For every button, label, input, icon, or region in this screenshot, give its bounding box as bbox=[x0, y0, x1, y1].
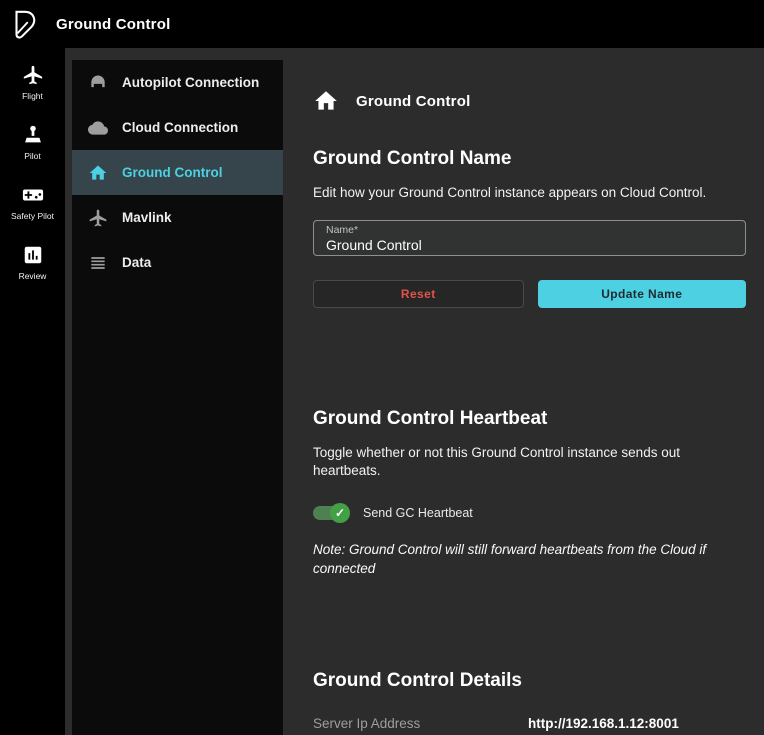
details-row-server-ip: Server Ip Address http://192.168.1.12:80… bbox=[313, 716, 746, 731]
home-icon bbox=[88, 163, 108, 183]
left-nav-rail: Flight Pilot Safety Pilot Review bbox=[0, 48, 65, 735]
sidebar-item-label: Ground Control bbox=[122, 165, 222, 180]
sidebar-item-label: Mavlink bbox=[122, 210, 172, 225]
rail-item-review[interactable]: Review bbox=[19, 244, 47, 281]
autopilot-helmet-icon bbox=[88, 73, 108, 93]
rail-label: Review bbox=[19, 271, 47, 281]
rail-item-flight[interactable]: Flight bbox=[22, 64, 44, 101]
airplane-icon bbox=[88, 208, 108, 228]
heartbeat-toggle-row: ✓ Send GC Heartbeat bbox=[313, 503, 746, 523]
rail-item-safety-pilot[interactable]: Safety Pilot bbox=[11, 184, 54, 221]
settings-sidebar: Autopilot Connection Cloud Connection Gr… bbox=[72, 60, 283, 735]
page-header: Ground Control bbox=[313, 88, 746, 114]
check-icon: ✓ bbox=[330, 503, 350, 523]
rail-item-pilot[interactable]: Pilot bbox=[22, 124, 44, 161]
name-actions: Reset Update Name bbox=[313, 280, 746, 308]
heartbeat-toggle-label: Send GC Heartbeat bbox=[363, 506, 473, 520]
app-logo-icon bbox=[9, 9, 39, 39]
sidebar-item-cloud-connection[interactable]: Cloud Connection bbox=[72, 105, 283, 150]
joystick-icon bbox=[22, 124, 44, 146]
name-section-heading: Ground Control Name bbox=[313, 148, 746, 170]
details-label: Server Ip Address bbox=[313, 716, 528, 731]
main-panel: Ground Control Ground Control Name Edit … bbox=[283, 60, 764, 735]
gamepad-icon bbox=[22, 184, 44, 206]
cloud-icon bbox=[88, 118, 108, 138]
heartbeat-note: Note: Ground Control will still forward … bbox=[313, 541, 746, 579]
bar-chart-icon bbox=[22, 244, 44, 266]
sidebar-item-ground-control[interactable]: Ground Control bbox=[72, 150, 283, 195]
sidebar-item-data[interactable]: Data bbox=[72, 240, 283, 285]
name-field-container: Name* bbox=[313, 220, 746, 256]
rail-label: Safety Pilot bbox=[11, 211, 54, 221]
sidebar-item-mavlink[interactable]: Mavlink bbox=[72, 195, 283, 240]
rail-label: Flight bbox=[22, 91, 43, 101]
list-icon bbox=[88, 253, 108, 273]
home-icon bbox=[313, 88, 339, 114]
name-section-description: Edit how your Ground Control instance ap… bbox=[313, 184, 746, 202]
name-input[interactable] bbox=[326, 236, 733, 253]
page-title: Ground Control bbox=[356, 93, 470, 110]
sidebar-item-label: Autopilot Connection bbox=[122, 75, 259, 90]
details-section-heading: Ground Control Details bbox=[313, 670, 746, 692]
rail-label: Pilot bbox=[24, 151, 41, 161]
sidebar-item-label: Data bbox=[122, 255, 151, 270]
app-title: Ground Control bbox=[56, 16, 170, 33]
heartbeat-toggle[interactable]: ✓ bbox=[313, 503, 350, 523]
heartbeat-section-heading: Ground Control Heartbeat bbox=[313, 408, 746, 430]
top-bar: Ground Control bbox=[0, 0, 764, 48]
heartbeat-section-description: Toggle whether or not this Ground Contro… bbox=[313, 444, 746, 480]
sidebar-item-autopilot-connection[interactable]: Autopilot Connection bbox=[72, 60, 283, 105]
name-field-label: Name* bbox=[326, 224, 733, 236]
sidebar-item-label: Cloud Connection bbox=[122, 120, 238, 135]
details-value: http://192.168.1.12:8001 bbox=[528, 716, 679, 731]
airplane-icon bbox=[22, 64, 44, 86]
reset-button[interactable]: Reset bbox=[313, 280, 524, 308]
update-name-button[interactable]: Update Name bbox=[538, 280, 747, 308]
